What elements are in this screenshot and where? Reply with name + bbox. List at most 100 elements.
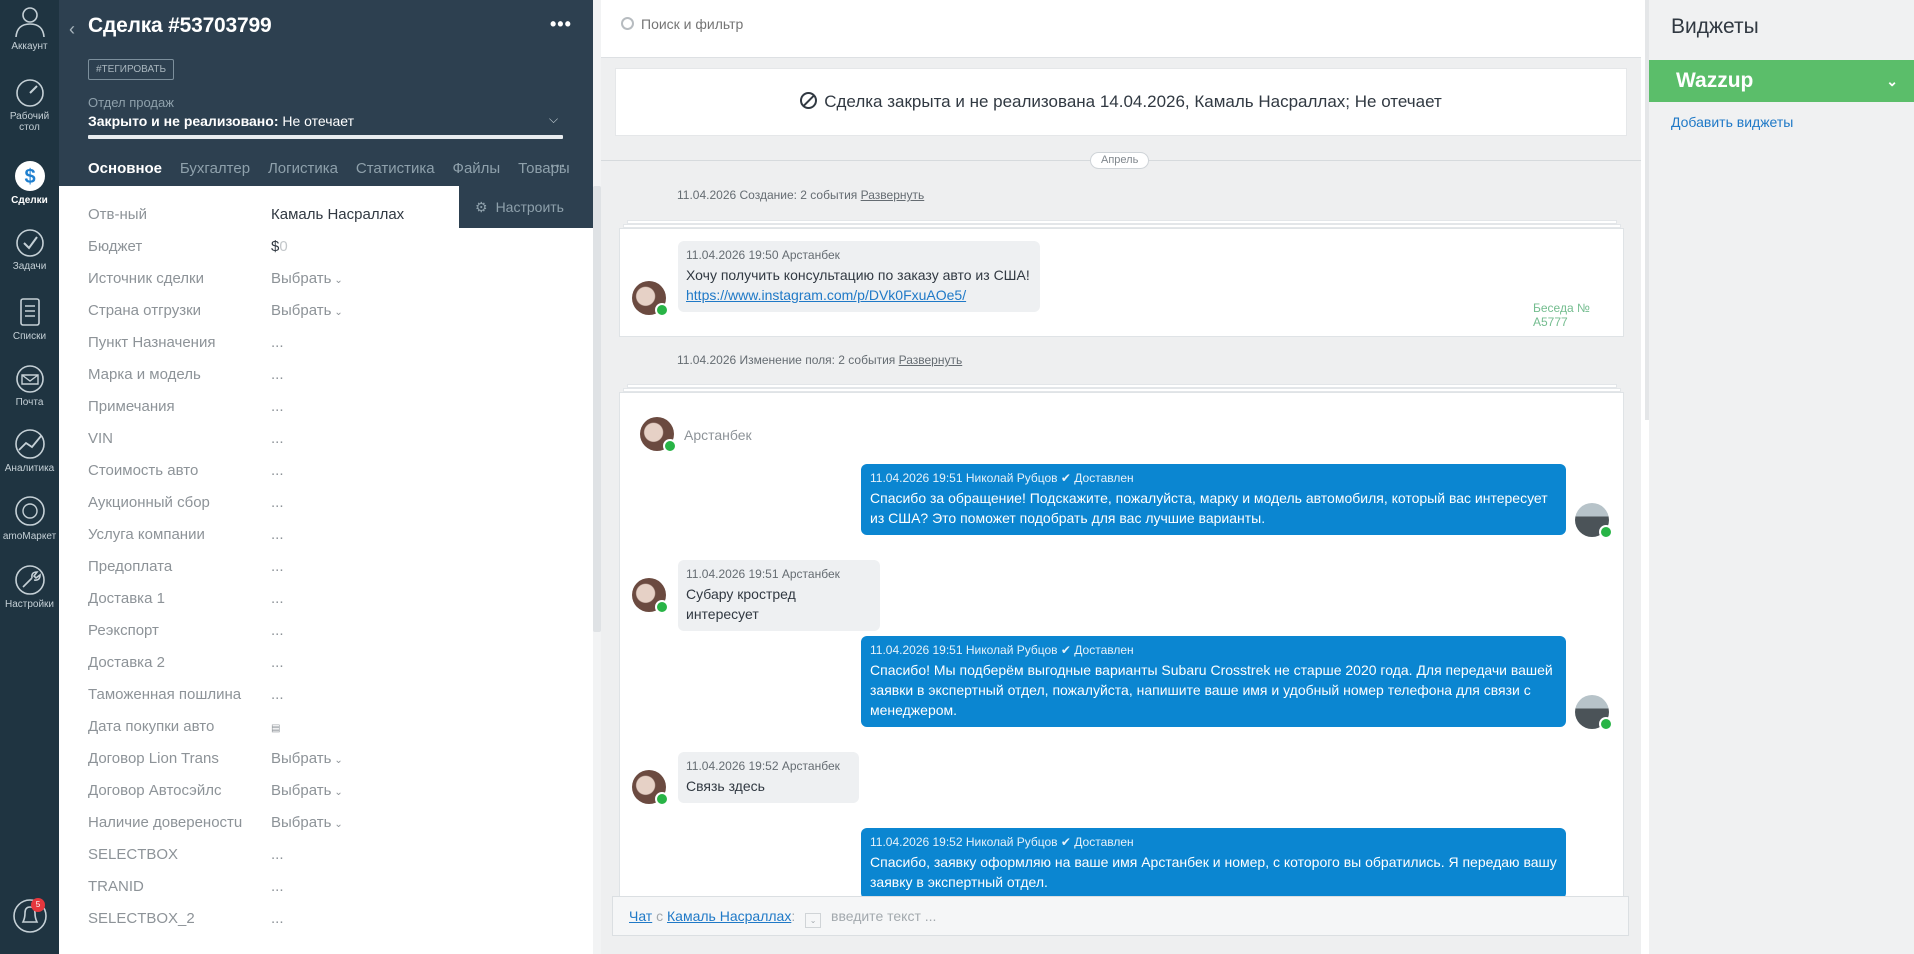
- chat-with-label: с: [656, 908, 664, 924]
- nav-mail[interactable]: Почта: [0, 364, 59, 408]
- message-text: Спасибо! Мы подберём выгодные варианты S…: [870, 662, 1553, 718]
- nav-account-label: Аккаунт: [11, 41, 48, 52]
- message-text: Связь здесь: [686, 778, 765, 794]
- widgets-panel: Виджеты Wazzup ⌄ Добавить виджеты: [1649, 0, 1914, 954]
- deal-card: ‹ Сделка #53703799 ••• #ТЕГИРОВАТЬ Отдел…: [59, 0, 601, 954]
- field-row: SELECTBOX...: [59, 846, 579, 878]
- field-label: Страна отгрузки: [88, 302, 202, 319]
- field-value[interactable]: ...: [271, 526, 284, 543]
- status-select[interactable]: Закрыто и не реализовано: Не отечает: [88, 113, 354, 129]
- date-picker-field[interactable]: ▤: [271, 718, 280, 735]
- nav-account[interactable]: Аккаунт: [0, 4, 59, 52]
- expand-link[interactable]: Развернуть: [899, 353, 963, 367]
- field-value: Выбрать: [271, 270, 332, 287]
- message-link[interactable]: https://www.instagram.com/p/DVk0FxuAOe5/: [686, 287, 966, 303]
- card-scrollbar-thumb[interactable]: [593, 186, 601, 632]
- field-label: Договор Автосэйлс: [88, 782, 222, 799]
- field-value[interactable]: ...: [271, 910, 284, 927]
- nav-deals[interactable]: $ Сделки: [0, 156, 59, 206]
- field-row: Источник сделки Выбрать ⌄: [59, 270, 579, 302]
- message-meta-text: 11.04.2026 19:51 Николай Рубцов: [870, 471, 1058, 485]
- wazzup-widget[interactable]: Wazzup ⌄: [1649, 60, 1914, 102]
- tab-accounting[interactable]: Бухгалтер: [180, 160, 250, 177]
- nav-market[interactable]: amoМаркет: [0, 494, 59, 542]
- nav-desktop[interactable]: Рабочий стол: [0, 78, 59, 133]
- field-row: Предоплата...: [59, 558, 579, 590]
- field-value[interactable]: ...: [271, 846, 284, 863]
- field-row: Наличие довереностu Выбрать ⌄: [59, 814, 579, 846]
- field-label: SELECTBOX: [88, 846, 179, 863]
- expand-link[interactable]: Развернуть: [861, 188, 925, 202]
- tab-main[interactable]: Основное: [88, 160, 162, 177]
- field-value[interactable]: Камаль Насраллах: [271, 206, 404, 223]
- calendar-icon: ▤: [271, 723, 281, 734]
- incoming-message: 11.04.2026 19:52 Арстанбек Связь здесь: [678, 752, 859, 803]
- chat-input-placeholder[interactable]: введите текст ...: [831, 908, 936, 924]
- field-value[interactable]: ...: [271, 366, 284, 383]
- field-value[interactable]: ...: [271, 654, 284, 671]
- message-meta: 11.04.2026 19:50 Арстанбек: [686, 248, 840, 262]
- field-select[interactable]: Выбрать ⌄: [271, 814, 343, 831]
- field-value[interactable]: ...: [271, 334, 284, 351]
- month-label: Апрель: [1090, 152, 1150, 169]
- nav-analytics[interactable]: Аналитика: [0, 428, 59, 474]
- field-value[interactable]: ...: [271, 686, 284, 703]
- tab-logistics[interactable]: Логистика: [268, 160, 338, 177]
- message-meta: 11.04.2026 19:52 Арстанбек: [686, 759, 840, 773]
- delivered-status: ✔ Доставлен: [1060, 643, 1134, 657]
- back-arrow-icon[interactable]: ‹: [69, 19, 75, 40]
- market-icon: [14, 496, 45, 526]
- chevron-down-icon[interactable]: ⌵: [549, 112, 558, 127]
- tab-files[interactable]: Файлы: [453, 160, 501, 177]
- field-value: Выбрать: [271, 302, 332, 319]
- message-meta: 11.04.2026 19:51 Арстанбек: [686, 567, 840, 581]
- svg-text:$: $: [24, 166, 35, 188]
- field-row: Марка и модель...: [59, 366, 579, 398]
- tabs-more-icon[interactable]: ···: [550, 158, 566, 176]
- whatsapp-icon: [1599, 525, 1613, 539]
- field-value[interactable]: ...: [271, 430, 284, 447]
- mail-icon: [15, 365, 44, 393]
- field-select[interactable]: Выбрать ⌄: [271, 302, 343, 319]
- deal-title[interactable]: Сделка #53703799: [88, 14, 272, 38]
- nav-analytics-label: Аналитика: [4, 463, 55, 474]
- field-value[interactable]: ...: [271, 398, 284, 415]
- pipeline-progress-bar: [88, 135, 563, 139]
- tab-statistics[interactable]: Статистика: [356, 160, 435, 177]
- field-value[interactable]: ...: [271, 558, 284, 575]
- chat-type-link[interactable]: Чат: [629, 908, 652, 924]
- field-row: TRANID...: [59, 878, 579, 910]
- whatsapp-icon: [663, 439, 677, 453]
- chat-contact-link[interactable]: Камаль Насраллах: [667, 908, 791, 924]
- field-select[interactable]: Выбрать ⌄: [271, 270, 343, 287]
- field-value[interactable]: ...: [271, 622, 284, 639]
- chevron-down-icon[interactable]: ⌄: [805, 913, 822, 928]
- add-widgets-link[interactable]: Добавить виджеты: [1671, 114, 1793, 130]
- conversation-number[interactable]: Беседа № A5777: [1533, 301, 1623, 329]
- field-value[interactable]: ...: [271, 878, 284, 895]
- field-value[interactable]: ...: [271, 590, 284, 607]
- nav-settings[interactable]: Настройки: [0, 564, 59, 610]
- chevron-down-icon: ⌄: [334, 275, 343, 286]
- budget-value: 0: [279, 238, 288, 255]
- message-meta-text: 11.04.2026 19:51 Николай Рубцов: [870, 643, 1058, 657]
- field-value[interactable]: ...: [271, 494, 284, 511]
- nav-lists[interactable]: Списки: [0, 296, 59, 342]
- card-tabs: Основное Бухгалтер Логистика Статистика …: [88, 160, 584, 180]
- budget-field[interactable]: $0: [271, 238, 288, 255]
- chat-input-bar[interactable]: Чат с Камаль Насраллах: ⌄ введите текст …: [612, 896, 1629, 936]
- field-value[interactable]: ...: [271, 462, 284, 479]
- field-label: Договор Lion Trans: [88, 750, 219, 767]
- chevron-down-icon: ⌄: [334, 307, 343, 318]
- closed-banner-text: Сделка закрыта и не реализована 14.04.20…: [824, 92, 1442, 111]
- left-nav: Аккаунт Рабочий стол $ Сделки Задачи Спи…: [0, 0, 59, 954]
- search-input[interactable]: [641, 16, 1241, 32]
- more-options-icon[interactable]: •••: [550, 14, 572, 35]
- field-select[interactable]: Выбрать ⌄: [271, 750, 343, 767]
- tag-button[interactable]: #ТЕГИРОВАТЬ: [88, 59, 175, 80]
- nav-notifications[interactable]: [0, 896, 59, 939]
- message-text: Спасибо за обращение! Подскажите, пожалу…: [870, 490, 1548, 526]
- field-select[interactable]: Выбрать ⌄: [271, 782, 343, 799]
- nav-desktop-label: Рабочий стол: [9, 111, 50, 133]
- nav-tasks[interactable]: Задачи: [0, 228, 59, 272]
